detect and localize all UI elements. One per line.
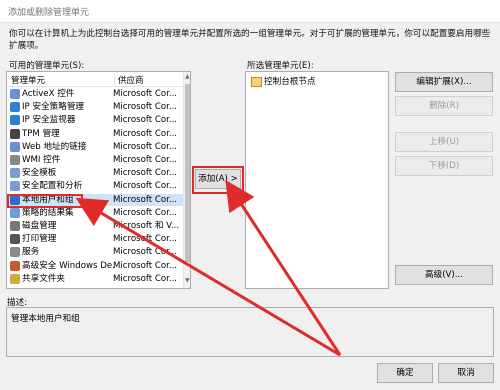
arrow-to-local-users bbox=[75, 197, 341, 357]
arrow-to-add-button bbox=[225, 179, 342, 356]
annotation-arrows bbox=[75, 179, 342, 357]
